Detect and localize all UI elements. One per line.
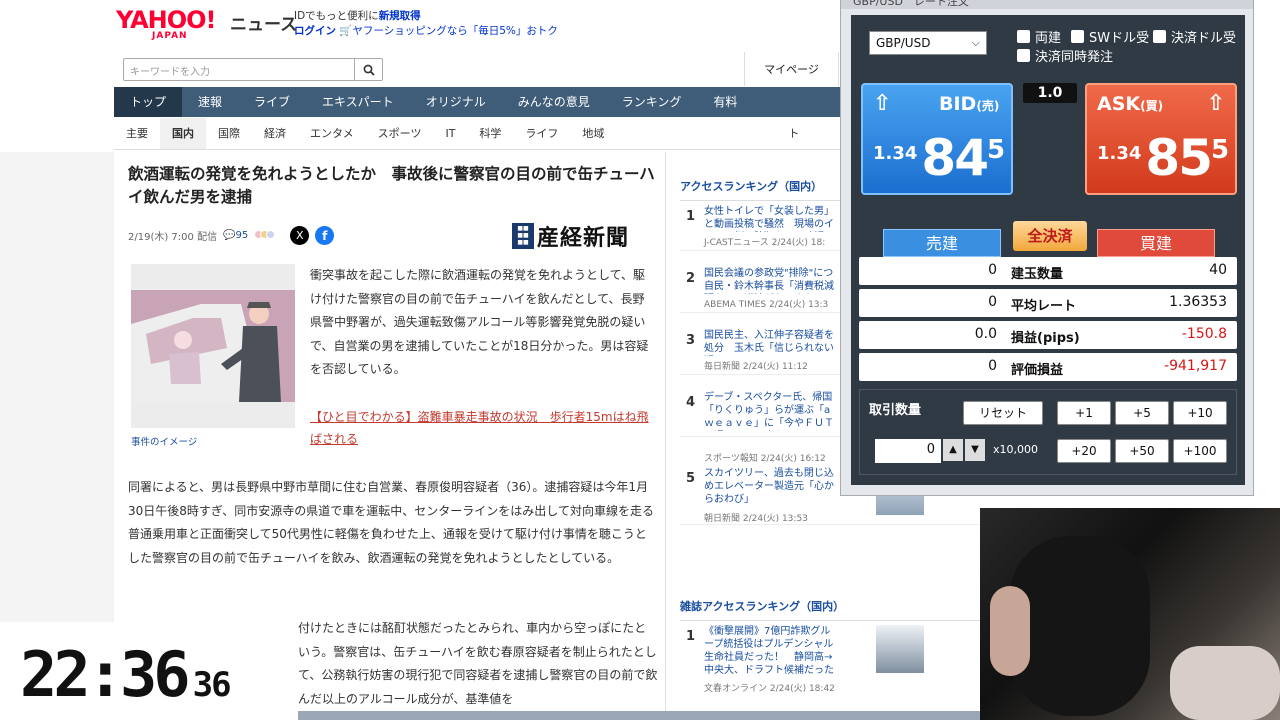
- clock-overlay: 22:36 36: [0, 622, 298, 720]
- news-service-label[interactable]: ニュース: [230, 10, 297, 35]
- fx-order-window: GBP/USD レート注文 GBP/USD ⌵ 両建 SWドル受 決済ドル受 決済…: [840, 0, 1254, 496]
- chevron-down-icon: ⌵: [971, 36, 980, 49]
- x-share-icon[interactable]: X: [290, 226, 310, 245]
- nav-live[interactable]: ライブ: [238, 87, 306, 117]
- tab-main[interactable]: 主要: [114, 118, 160, 149]
- multiplier-label: x10,000: [993, 443, 1038, 456]
- page-left-background: [0, 152, 114, 622]
- position-qty-row: 0 建玉数量 40: [859, 257, 1237, 285]
- clock-time: 22:36: [20, 638, 191, 711]
- image-caption: 事件のイメージ: [131, 437, 198, 448]
- article-title: 飲酒運転の発覚を免れようとしたか 事故後に警察官の目の前で缶チューハイ飲んだ男を…: [128, 165, 655, 206]
- global-nav: トップ 速報 ライブ エキスパート オリジナル みんなの意見 ランキング 有料: [114, 87, 844, 117]
- ranking2-title: 雑誌アクセスランキング（国内）: [680, 598, 980, 621]
- sell-position-tab[interactable]: 売建: [883, 229, 1001, 257]
- add-5-button[interactable]: +5: [1115, 401, 1169, 425]
- tab-life[interactable]: ライフ: [513, 118, 570, 149]
- shopping-link[interactable]: ヤフーショッピングなら「毎日5%」おトク: [352, 25, 557, 37]
- tab-entertainment[interactable]: エンタメ: [298, 118, 366, 149]
- pips-row: 0.0 損益(pips) -150.8: [859, 321, 1237, 349]
- ask-buy-button[interactable]: ASK(買) ⇧ 1.34 85 5: [1085, 83, 1237, 195]
- decrement-icon[interactable]: ▼: [965, 439, 985, 461]
- search-button[interactable]: [354, 59, 382, 80]
- source-logo[interactable]: ■■ ■■ ■■ 産経新聞: [512, 220, 629, 252]
- add-50-button[interactable]: +50: [1115, 439, 1169, 463]
- nav-original[interactable]: オリジナル: [410, 87, 502, 117]
- simultaneous-order-checkbox[interactable]: 決済同時発注: [1017, 46, 1113, 65]
- currency-pair-select[interactable]: GBP/USD ⌵: [869, 31, 987, 55]
- reaction-icons[interactable]: [254, 229, 276, 242]
- add-100-button[interactable]: +100: [1173, 439, 1227, 463]
- tab-science[interactable]: 科学: [467, 118, 513, 149]
- article-body-paragraph: 同署によると、男は長野県中野市草間に住む自営業、春原俊明容疑者（36）。逮捕容疑…: [128, 480, 654, 565]
- fx-order-panel: GBP/USD ⌵ 両建 SWドル受 決済ドル受 決済同時発注 ⇧ BID(売) …: [851, 15, 1245, 485]
- cart-icon: 🛒: [339, 25, 353, 37]
- tab-economy[interactable]: 経済: [252, 118, 298, 149]
- nav-opinion[interactable]: みんなの意見: [502, 87, 606, 117]
- close-all-button[interactable]: 全決済: [1013, 221, 1087, 251]
- tab-sports[interactable]: スポーツ: [366, 118, 434, 149]
- nav-breaking[interactable]: 速報: [182, 87, 238, 117]
- tab-domestic[interactable]: 国内: [160, 118, 206, 149]
- search-input[interactable]: キーワードを入力: [123, 58, 383, 81]
- window-title: GBP/USD レート注文: [841, 0, 1253, 9]
- promo-text: IDでもっと便利に: [294, 10, 379, 22]
- webcam-feed: [980, 496, 1280, 720]
- bottom-bar: [298, 711, 980, 720]
- facebook-share-icon[interactable]: f: [315, 226, 335, 245]
- article-lead: 衝突事故を起こした際に飲酒運転の発覚を免れようとして、駆け付けた警察官の目の前で…: [310, 268, 649, 376]
- nav-top[interactable]: トップ: [114, 87, 183, 117]
- reset-button[interactable]: リセット: [963, 401, 1043, 425]
- hedge-checkbox[interactable]: 両建: [1017, 27, 1061, 46]
- settle-receive-checkbox[interactable]: 決済ドル受: [1153, 27, 1236, 46]
- article-meta: 2/19(木) 7:00 配信 💬95 X f: [128, 226, 335, 245]
- article-image[interactable]: [131, 264, 295, 428]
- yahoo-logo[interactable]: YAHOO! JAPAN: [116, 8, 216, 41]
- tab-more[interactable]: ト: [776, 118, 811, 149]
- valuation-row: 0 評価損益 -941,917: [859, 353, 1237, 381]
- search-icon: [363, 64, 375, 76]
- tab-it[interactable]: IT: [433, 118, 467, 149]
- related-article-link[interactable]: 【ひと目でわかる】盗難車暴走事故の状況 歩行者15mはね飛ばされる: [310, 406, 655, 450]
- article-date: 2/19(木) 7:00 配信: [128, 232, 218, 243]
- tab-international[interactable]: 国際: [206, 118, 252, 149]
- arrow-up-icon: ⇧: [873, 91, 892, 116]
- nav-expert[interactable]: エキスパート: [306, 87, 410, 117]
- arrow-up-icon: ⇧: [1206, 91, 1225, 116]
- login-link[interactable]: ログイン: [294, 25, 336, 37]
- sub-nav: 主要 国内 国際 経済 エンタメ スポーツ IT 科学 ライフ 地域 ト: [114, 118, 844, 150]
- column-divider: [665, 152, 666, 720]
- increment-icon[interactable]: ▲: [943, 439, 963, 461]
- qty-label: 取引数量: [869, 403, 922, 418]
- magazine-ranking: 雑誌アクセスランキング（国内） 1 《衝撃展開》7億円詐欺グループ統括役はプルデン…: [680, 598, 980, 705]
- quantity-input[interactable]: 0: [875, 439, 941, 463]
- nav-ranking[interactable]: ランキング: [606, 87, 698, 117]
- lot-display: 1.0: [1023, 83, 1077, 103]
- buy-position-tab[interactable]: 買建: [1097, 229, 1215, 257]
- sankei-mark-icon: ■■ ■■ ■■: [512, 223, 534, 249]
- add-20-button[interactable]: +20: [1057, 439, 1111, 463]
- sw-receive-checkbox[interactable]: SWドル受: [1071, 27, 1149, 46]
- signup-link[interactable]: 新規取得: [379, 10, 421, 22]
- comment-count[interactable]: 💬95: [223, 230, 248, 241]
- article-body-paragraph-2: 付けたときには酩酊状態だったとみられ、車内から空っぽにたという。警察官は、缶チュ…: [298, 621, 658, 706]
- ranking-thumbnail: [876, 625, 924, 673]
- add-10-button[interactable]: +10: [1173, 401, 1227, 425]
- header-links: IDでもっと便利に新規取得 ログイン 🛒ヤフーショッピングなら「毎日5%」おトク: [294, 9, 558, 39]
- ranking-item[interactable]: 1 《衝撃展開》7億円詐欺グループ統括役はプルデンシャル生命社員だった！ 静岡高→…: [680, 625, 980, 705]
- mypage-link[interactable]: マイページ: [744, 52, 838, 86]
- bid-sell-button[interactable]: ⇧ BID(売) 1.34 84 5: [861, 83, 1013, 195]
- tab-region[interactable]: 地域: [570, 118, 616, 149]
- clock-seconds: 36: [192, 665, 232, 705]
- nav-paid[interactable]: 有料: [697, 87, 753, 117]
- avg-rate-row: 0 平均レート 1.36353: [859, 289, 1237, 317]
- add-1-button[interactable]: +1: [1057, 401, 1111, 425]
